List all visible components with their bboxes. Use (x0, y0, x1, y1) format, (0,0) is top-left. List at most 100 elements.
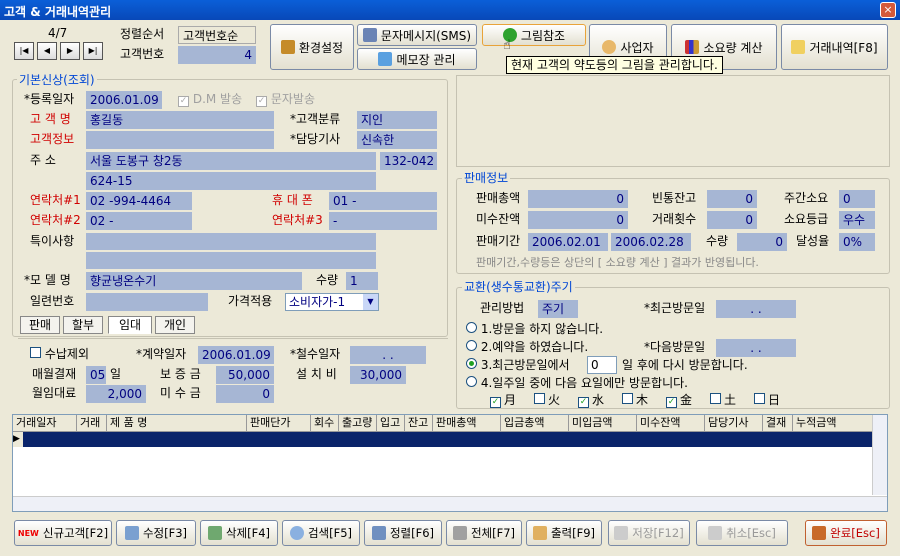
zipcode-field[interactable]: 132-042 (380, 152, 437, 170)
address-line1-field[interactable]: 서울 도봉구 창2동 (86, 152, 376, 170)
weekday-checkbox[interactable]: 土 (710, 391, 736, 409)
next-visit-field[interactable]: . . (716, 339, 796, 357)
name-field[interactable]: 홍길동 (86, 111, 274, 129)
weekday-checkbox[interactable]: ✓ 金 (666, 391, 692, 409)
method-label: 관리방법 (480, 301, 525, 315)
model-field[interactable]: 향균냉온수기 (86, 272, 302, 290)
show-all-button[interactable]: 전체[F7] (446, 520, 522, 546)
install-fee-field[interactable]: 30,000 (350, 366, 406, 384)
memo-button[interactable]: 메모장 관리 (357, 48, 477, 70)
column-header[interactable]: 입금총액 (501, 415, 569, 431)
edit-button[interactable]: 수정[F3] (116, 520, 196, 546)
reg-date-field[interactable]: 2006.01.09 (86, 91, 162, 109)
column-header[interactable]: 회수 (311, 415, 339, 431)
contact2-field[interactable]: 02 - (86, 212, 192, 230)
contact3-field[interactable]: - (329, 212, 437, 230)
weekday-checkbox[interactable]: ✓ 月 (490, 391, 516, 409)
last-visit-field[interactable]: . . (716, 300, 796, 318)
contract-date-field[interactable]: 2006.01.09 (198, 346, 274, 364)
rent-field[interactable]: 2,000 (86, 385, 146, 403)
price-select[interactable]: 소비자가-1 ▼ (285, 293, 379, 311)
column-header[interactable]: 미입금액 (569, 415, 637, 431)
collect-exclude-checkbox[interactable]: 수납제외 (30, 345, 89, 363)
weekday-checkbox[interactable]: 日 (754, 391, 780, 409)
column-header[interactable]: 미수잔액 (637, 415, 705, 431)
column-header[interactable]: 담당기사 (705, 415, 763, 431)
weekly-usage-field: 0 (839, 190, 875, 208)
column-header[interactable]: 잔고 (405, 415, 433, 431)
option-1-radio[interactable]: 1.방문을 하지 않습니다. (466, 320, 603, 338)
done-button[interactable]: 완료[Esc] (805, 520, 887, 546)
column-header[interactable]: 누적금액 (793, 415, 879, 431)
transaction-table[interactable]: 거래일자 거래 제 품 명 판매단가 회수 출고량 입고 잔고 판매총액 입금총액 미입금액 미수잔액… (12, 414, 888, 512)
prev-record-button[interactable]: ◀ (37, 42, 57, 60)
category-label: *고객분류 (290, 112, 341, 126)
history-button[interactable]: 거래내역[F8] (781, 24, 888, 70)
serial-field[interactable] (86, 293, 208, 311)
table-row[interactable] (13, 432, 873, 447)
chevron-down-icon[interactable]: ▼ (363, 294, 378, 310)
name-label: 고 객 명 (30, 112, 71, 126)
sort-button[interactable]: 정렬[F6] (364, 520, 442, 546)
removal-date-field[interactable]: . . (350, 346, 426, 364)
sms-checkbox[interactable]: ✓ 문자발송 (256, 90, 315, 108)
new-customer-button[interactable]: NEW 신규고객[F2] (14, 520, 112, 546)
qty-field[interactable]: 1 (346, 272, 378, 290)
usage-grade-field: 우수 (839, 211, 875, 229)
sms-button[interactable]: 문자메시지(SMS) (357, 24, 477, 46)
option-3-radio[interactable]: 3.최근방문일에서 (466, 356, 570, 374)
delete-button[interactable]: 삭제[F4] (200, 520, 278, 546)
notes-field-2[interactable] (86, 252, 376, 269)
weekday-checkbox[interactable]: ✓ 水 (578, 391, 604, 409)
unpaid-balance-field: 0 (528, 211, 628, 229)
address-line2-field[interactable]: 624-15 (86, 172, 376, 190)
column-header[interactable]: 제 품 명 (107, 415, 247, 431)
picture-button[interactable]: 그림참조 (482, 24, 586, 46)
method-field[interactable]: 주기 (538, 300, 578, 318)
sort-order-value[interactable]: 고객번호순 (178, 26, 256, 44)
settings-button[interactable]: 환경설정 (270, 24, 354, 70)
weekday-checkbox[interactable]: 木 (622, 391, 648, 409)
column-header[interactable]: 결재 (763, 415, 793, 431)
notes-field-1[interactable] (86, 233, 376, 250)
unpaid-field[interactable]: 0 (216, 385, 274, 403)
option-4-radio[interactable]: 4.일주일 중에 다음 요일에만 방문합니다. (466, 374, 688, 392)
monthly-pay-day-field[interactable]: 05 (86, 366, 106, 384)
tab-sale[interactable]: 판매 (20, 316, 60, 334)
column-header[interactable]: 판매단가 (247, 415, 311, 431)
search-button[interactable]: 검색[F5] (282, 520, 360, 546)
close-button[interactable]: × (880, 2, 896, 18)
column-header[interactable]: 출고량 (339, 415, 377, 431)
horizontal-scrollbar[interactable] (13, 496, 887, 511)
weekday-checkbox[interactable]: 火 (534, 391, 560, 409)
mobile-field[interactable]: 01 - (329, 192, 437, 210)
tab-rental[interactable]: 임대 (108, 316, 152, 334)
next-record-button[interactable]: ▶ (60, 42, 80, 60)
divider (18, 338, 448, 339)
days-after-field[interactable]: 0 (587, 356, 617, 374)
column-header[interactable]: 판매총액 (433, 415, 501, 431)
option-3-label: 3.최근방문일에서 (480, 358, 570, 372)
collect-exclude-label: 수납제외 (44, 347, 89, 361)
info-field[interactable] (86, 131, 274, 149)
print-button[interactable]: 출력[F9] (526, 520, 602, 546)
dm-checkbox[interactable]: ✓ D.M 발송 (178, 90, 242, 108)
column-header[interactable]: 거래일자 (13, 415, 77, 431)
first-record-button[interactable]: |◀ (14, 42, 34, 60)
save-button[interactable]: 저장[F12] (608, 520, 690, 546)
cancel-button[interactable]: 취소[Esc] (696, 520, 788, 546)
day-unit-label: 일 (110, 367, 122, 381)
last-record-button[interactable]: ▶| (83, 42, 103, 60)
tech-field[interactable]: 신속한 (357, 131, 437, 149)
category-field[interactable]: 지인 (357, 111, 437, 129)
contact1-field[interactable]: 02 -994-4464 (86, 192, 192, 210)
vertical-scrollbar[interactable] (872, 415, 887, 495)
option-2-radio[interactable]: 2.예약을 하였습니다. (466, 338, 588, 356)
column-header[interactable]: 입고 (377, 415, 405, 431)
tab-personal[interactable]: 개인 (155, 316, 195, 334)
check-icon: ✓ (666, 397, 677, 408)
deposit-field[interactable]: 50,000 (216, 366, 274, 384)
column-header[interactable]: 거래 (77, 415, 107, 431)
tab-installment[interactable]: 할부 (63, 316, 103, 334)
tech-label: *담당기사 (290, 132, 341, 146)
